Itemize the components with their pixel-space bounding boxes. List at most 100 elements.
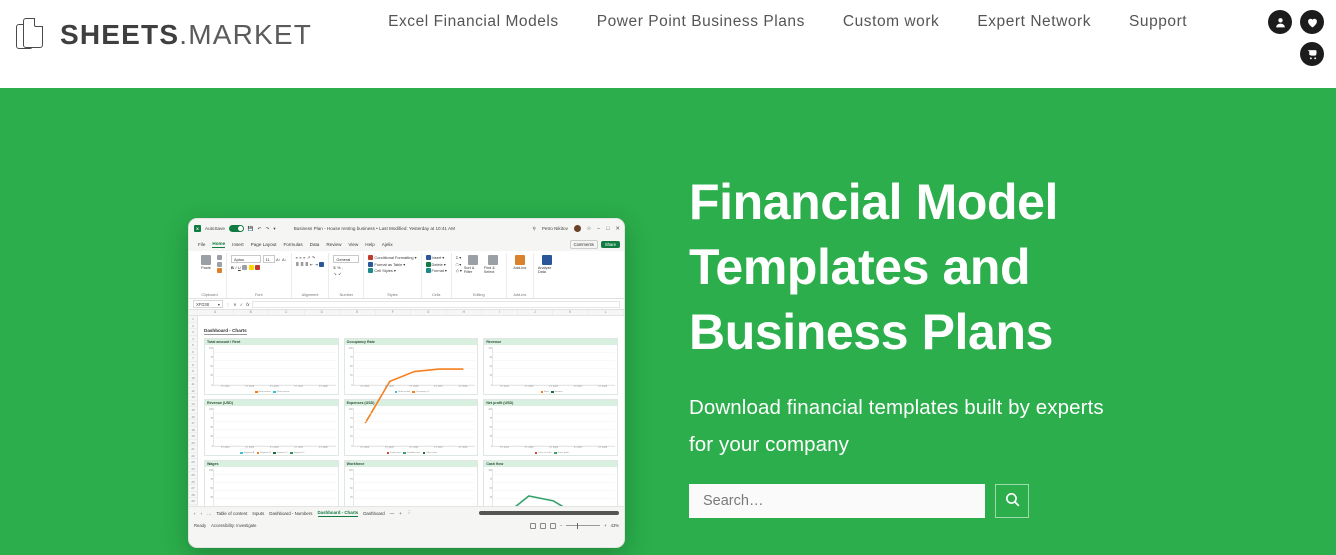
formula-input[interactable] bbox=[252, 300, 620, 308]
maximize-button[interactable]: □ bbox=[606, 226, 609, 232]
chart-card[interactable]: Revenue (USD)1007550250FY 2024FY 2025FY … bbox=[204, 398, 339, 456]
bottom-align-button[interactable]: ≡ bbox=[303, 255, 305, 260]
increase-decimal-button[interactable]: ↘ bbox=[333, 271, 336, 276]
accessibility-status[interactable]: Accessibility: Investigate bbox=[211, 523, 256, 528]
column-header[interactable]: I bbox=[482, 310, 518, 315]
orientation-button[interactable]: ↗ bbox=[307, 255, 310, 260]
number-format-select[interactable]: General bbox=[333, 255, 360, 263]
chart-card[interactable]: Expenses (USD)1007550250FY 2024FY 2025FY… bbox=[343, 398, 479, 456]
format-painter-button[interactable] bbox=[217, 268, 222, 273]
comments-button[interactable]: Comments bbox=[569, 240, 598, 249]
sort-and-filter-button[interactable]: Sort & Filter bbox=[464, 255, 482, 274]
nav-item-expert-network[interactable]: Expert Network bbox=[958, 13, 1110, 31]
cut-button[interactable] bbox=[217, 255, 222, 260]
excel-search-icon[interactable]: ⚲ bbox=[532, 226, 535, 232]
chart-card[interactable]: Workforce1007550250FY 2024FY 2025FY 2026… bbox=[343, 459, 479, 506]
autosum-button[interactable]: Σ ▾ bbox=[456, 255, 462, 260]
redo-icon[interactable]: ↷ bbox=[266, 226, 270, 232]
sheet-nav-prev[interactable]: ‹ bbox=[194, 511, 195, 516]
column-header[interactable]: A bbox=[198, 310, 234, 315]
percent-format-button[interactable]: % bbox=[337, 265, 340, 270]
cancel-icon[interactable]: ✕ bbox=[233, 302, 237, 307]
align-left-button[interactable]: ≣ bbox=[296, 262, 299, 267]
fill-color-button[interactable] bbox=[248, 264, 254, 270]
column-header[interactable]: D bbox=[305, 310, 340, 315]
sheet-tab-dashboard[interactable]: Dashboard bbox=[363, 511, 384, 516]
merge-and-center-button[interactable] bbox=[319, 261, 325, 267]
format-as-table-button[interactable]: Format as Table ▾ bbox=[368, 261, 416, 267]
nav-item-support[interactable]: Support bbox=[1110, 13, 1206, 31]
analyze-data-button[interactable]: Analyze Data bbox=[538, 255, 556, 274]
chart-card[interactable]: Cash flow1007550250FY 2024FY 2025FY 2026… bbox=[483, 459, 618, 506]
decrease-font-size-button[interactable]: A↓ bbox=[282, 257, 287, 262]
zoom-out-button[interactable]: – bbox=[560, 523, 562, 528]
font-size-select[interactable]: 11 bbox=[262, 255, 275, 263]
ribbon-tab-insert[interactable]: Insert bbox=[232, 242, 244, 247]
nav-item-power-point-business-plans[interactable]: Power Point Business Plans bbox=[578, 13, 824, 31]
chart-card[interactable]: Wages1007550250FY 2024FY 2025FY 2026FY 2… bbox=[204, 459, 339, 506]
sheet-tab-table-of-content[interactable]: Table of content bbox=[216, 511, 247, 516]
comma-format-button[interactable]: , bbox=[342, 265, 343, 270]
chart-card[interactable]: Total amount / Rent1007550250FY 2024FY 2… bbox=[204, 337, 339, 395]
wrap-text-button[interactable]: ↷ bbox=[312, 255, 315, 260]
search-input[interactable] bbox=[689, 484, 985, 518]
sheet-tab-collapse[interactable]: — bbox=[390, 511, 394, 516]
chevron-down-icon[interactable]: ▾ bbox=[273, 226, 275, 232]
column-header[interactable]: J bbox=[518, 310, 553, 315]
zoom-in-button[interactable]: + bbox=[604, 523, 606, 528]
brand-logo[interactable]: SHEETS.MARKET bbox=[16, 18, 312, 52]
normal-view-icon[interactable] bbox=[529, 522, 536, 529]
ribbon-tab-formulas[interactable]: Formulas bbox=[283, 242, 302, 247]
italic-button[interactable]: I bbox=[235, 265, 236, 270]
undo-icon[interactable]: ↶ bbox=[258, 226, 262, 232]
name-box[interactable]: XFD38 ▾ bbox=[193, 300, 223, 308]
confirm-icon[interactable]: ✓ bbox=[240, 302, 244, 307]
ribbon-tab-home[interactable]: Home bbox=[212, 241, 226, 248]
column-header[interactable]: K bbox=[553, 310, 589, 315]
ribbon-tab-help[interactable]: Help bbox=[365, 242, 374, 247]
column-header[interactable]: C bbox=[269, 310, 305, 315]
account-icon[interactable] bbox=[1268, 10, 1292, 34]
sheet-tab-dashboard-numbers[interactable]: Dashboard - Numbers bbox=[269, 511, 312, 516]
increase-font-size-button[interactable]: A↑ bbox=[276, 257, 281, 262]
sheet-tab-dashboard-charts[interactable]: Dashboard - Charts bbox=[317, 510, 359, 517]
underline-button[interactable]: U bbox=[238, 265, 241, 270]
horizontal-scrollbar[interactable] bbox=[479, 511, 619, 515]
sheet-nav-next[interactable]: › bbox=[200, 511, 201, 516]
autosave-toggle[interactable] bbox=[228, 225, 244, 232]
clear-button[interactable]: ◇ ▾ bbox=[456, 268, 462, 273]
align-center-button[interactable]: ≣ bbox=[300, 262, 303, 267]
delete-cells-button[interactable]: Delete ▾ bbox=[425, 261, 447, 267]
paste-button[interactable]: Paste bbox=[197, 255, 215, 270]
page-layout-icon[interactable] bbox=[539, 522, 546, 529]
ribbon-tab-ajelix[interactable]: Ajelix bbox=[382, 242, 393, 247]
cell-styles-button[interactable]: Cell Styles ▾ bbox=[368, 268, 416, 273]
sheet-tab-inputs[interactable]: Inputs bbox=[252, 511, 264, 516]
zoom-slider[interactable] bbox=[566, 523, 601, 528]
row-header[interactable]: 29 bbox=[189, 498, 197, 505]
column-header[interactable]: E bbox=[340, 310, 376, 315]
column-header[interactable]: F bbox=[376, 310, 411, 315]
sheet-options-icon[interactable]: ⋮ bbox=[407, 510, 411, 516]
decrease-indent-button[interactable]: ⇤ bbox=[310, 262, 313, 267]
nav-item-custom-work[interactable]: Custom work bbox=[824, 13, 958, 31]
ribbon-tab-data[interactable]: Data bbox=[310, 242, 320, 247]
column-header[interactable]: B bbox=[234, 310, 269, 315]
share-button[interactable]: Share bbox=[600, 241, 620, 248]
conditional-formatting-button[interactable]: Conditional Formatting ▾ bbox=[368, 255, 417, 260]
help-icon[interactable]: ☉ bbox=[587, 226, 591, 232]
font-color-button[interactable] bbox=[255, 264, 261, 270]
minimize-button[interactable]: – bbox=[597, 226, 600, 232]
cart-icon[interactable] bbox=[1300, 42, 1324, 66]
middle-align-button[interactable]: ≡ bbox=[299, 255, 301, 260]
decrease-decimal-button[interactable]: ↙ bbox=[338, 271, 341, 276]
nav-item-excel-financial-models[interactable]: Excel Financial Models bbox=[369, 13, 578, 31]
increase-indent-button[interactable]: ⇥ bbox=[315, 262, 318, 267]
ribbon-tab-review[interactable]: Review bbox=[326, 242, 341, 247]
chart-card[interactable]: Revenue1209060300FY 2024FY 2025FY 2026FY… bbox=[483, 337, 618, 395]
font-name-select[interactable]: Aptos bbox=[231, 255, 261, 263]
formula-menu-icon[interactable]: ⋮ bbox=[226, 302, 230, 307]
copy-button[interactable] bbox=[217, 261, 222, 267]
heart-icon[interactable] bbox=[1300, 10, 1324, 34]
ribbon-tab-page-layout[interactable]: Page Layout bbox=[251, 242, 277, 247]
